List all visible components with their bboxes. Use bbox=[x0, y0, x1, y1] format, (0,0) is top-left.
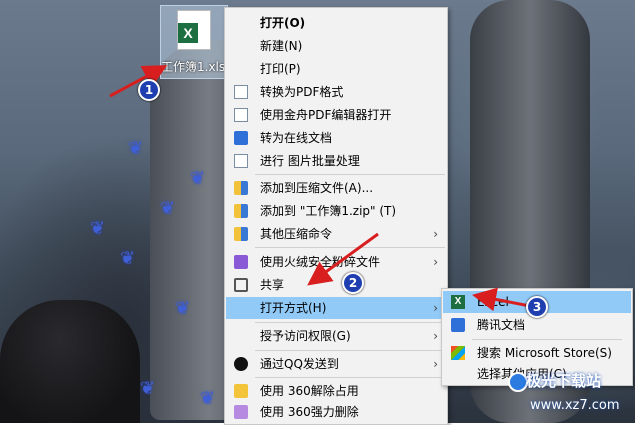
butterfly-decoration: ❦ bbox=[140, 378, 156, 399]
butterfly-decoration: ❦ bbox=[90, 218, 106, 239]
menu-separator bbox=[255, 377, 445, 378]
image-batch-icon bbox=[234, 154, 248, 168]
zip-icon bbox=[234, 227, 248, 241]
menu-item-image-batch[interactable]: 进行 图片批量处理 bbox=[226, 150, 446, 172]
excel-icon: X bbox=[451, 295, 465, 309]
step-badge-3: 3 bbox=[526, 296, 548, 318]
menu-item-other-compress[interactable]: 其他压缩命令 › bbox=[226, 223, 446, 245]
menu-item-online-doc[interactable]: 转为在线文档 bbox=[226, 127, 446, 149]
excel-file-icon: X bbox=[177, 10, 211, 50]
menu-item-open-jinzhou-pdf[interactable]: 使用金舟PDF编辑器打开 bbox=[226, 104, 446, 126]
document-icon bbox=[234, 85, 248, 99]
submenu-item-microsoft-store[interactable]: 搜索 Microsoft Store(S) bbox=[443, 342, 631, 364]
menu-item-grant-access[interactable]: 授予访问权限(G) › bbox=[226, 325, 446, 347]
menu-separator bbox=[255, 174, 445, 175]
menu-item-open[interactable]: 打开(O) bbox=[226, 12, 446, 34]
step-badge-2: 2 bbox=[342, 272, 364, 294]
menu-item-360-unlock[interactable]: 使用 360解除占用 bbox=[226, 380, 446, 402]
menu-item-360-delete[interactable]: 使用 360强力删除 bbox=[226, 401, 446, 423]
menu-item-add-zip[interactable]: 添加到 "工作簿1.zip" (T) bbox=[226, 200, 446, 222]
butterfly-decoration: ❦ bbox=[175, 298, 191, 319]
360-unlock-icon bbox=[234, 384, 248, 398]
document-icon bbox=[234, 108, 248, 122]
watermark-logo-icon bbox=[508, 372, 528, 392]
wallpaper-figure bbox=[0, 300, 140, 423]
share-icon bbox=[234, 278, 248, 292]
zip-icon bbox=[234, 181, 248, 195]
menu-item-send-qq[interactable]: 通过QQ发送到 › bbox=[226, 353, 446, 375]
menu-item-print[interactable]: 打印(P) bbox=[226, 58, 446, 80]
qq-icon bbox=[234, 357, 248, 371]
menu-item-convert-pdf[interactable]: 转换为PDF格式 bbox=[226, 81, 446, 103]
watermark: 极光下载站 www.xz7.com bbox=[508, 370, 633, 422]
microsoft-store-icon bbox=[451, 346, 465, 360]
watermark-url: www.xz7.com bbox=[530, 398, 620, 413]
menu-separator bbox=[255, 247, 445, 248]
butterfly-decoration: ❦ bbox=[200, 388, 216, 409]
chevron-right-icon: › bbox=[433, 329, 438, 343]
butterfly-decoration: ❦ bbox=[190, 168, 206, 189]
chevron-right-icon: › bbox=[433, 357, 438, 371]
desktop-file-item[interactable]: X 工作簿1.xlsx bbox=[160, 5, 228, 79]
menu-item-add-archive[interactable]: 添加到压缩文件(A)... bbox=[226, 177, 446, 199]
chevron-right-icon: › bbox=[433, 227, 438, 241]
menu-separator bbox=[255, 350, 445, 351]
shred-icon bbox=[234, 255, 248, 269]
watermark-title: 极光下载站 bbox=[526, 372, 602, 390]
tencent-docs-icon bbox=[451, 318, 465, 332]
menu-item-open-with[interactable]: 打开方式(H) › bbox=[226, 297, 446, 319]
context-menu: 打开(O) 新建(N) 打印(P) 转换为PDF格式 使用金舟PDF编辑器打开 … bbox=[224, 7, 448, 425]
menu-item-huorong-shred[interactable]: 使用火绒安全粉碎文件 › bbox=[226, 251, 446, 273]
chevron-right-icon: › bbox=[433, 255, 438, 269]
menu-separator bbox=[472, 339, 622, 340]
step-badge-1: 1 bbox=[138, 79, 160, 101]
menu-item-share[interactable]: 共享 bbox=[226, 274, 446, 296]
butterfly-decoration: ❦ bbox=[128, 138, 144, 159]
menu-item-new[interactable]: 新建(N) bbox=[226, 35, 446, 57]
zip-icon bbox=[234, 204, 248, 218]
butterfly-decoration: ❦ bbox=[120, 248, 136, 269]
360-delete-icon bbox=[234, 405, 248, 419]
menu-separator bbox=[255, 322, 445, 323]
butterfly-decoration: ❦ bbox=[160, 198, 176, 219]
file-name-label: 工作簿1.xlsx bbox=[161, 60, 227, 74]
chevron-right-icon: › bbox=[433, 301, 438, 315]
online-doc-icon bbox=[234, 131, 248, 145]
